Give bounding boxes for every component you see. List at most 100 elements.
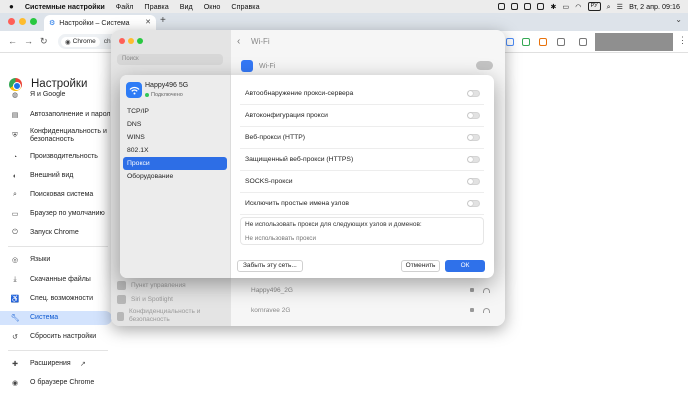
network-name: Happy496 5G [145, 82, 189, 89]
bypass-hosts-input[interactable] [245, 233, 475, 243]
sidebar-item-reset[interactable]: ↺ Сбросить настройки [0, 330, 118, 344]
bluetooth-icon[interactable]: ✱ [550, 2, 556, 11]
cancel-button[interactable]: Отменить [401, 260, 440, 272]
menu-window[interactable]: Окно [204, 2, 221, 11]
sidebar-item-search-engine[interactable]: ⌕ Поисковая система [0, 188, 118, 202]
socks-proxy-toggle[interactable] [467, 178, 480, 185]
sidebar-item-accessibility[interactable]: ♿ Спец. возможности [0, 292, 118, 306]
forward-arrow-icon[interactable]: → [24, 36, 33, 46]
network-name: Happy496_2G [251, 286, 293, 294]
sidebar-divider [8, 350, 108, 351]
tab-search-chevron-icon[interactable]: ⌄ [675, 15, 682, 24]
sys-sidebar-item-control-center[interactable]: Пункт управления [117, 281, 186, 290]
menu-help[interactable]: Справка [231, 2, 259, 11]
network-row[interactable]: Happy496_2G [251, 283, 496, 297]
extensions-puzzle-icon[interactable] [557, 38, 565, 46]
extension-icon-1[interactable] [506, 38, 514, 46]
sys-sidebar-label: Конфиденциальность и безопасность [128, 308, 201, 323]
window-minimize-button[interactable] [19, 18, 26, 25]
menu-app-name[interactable]: Системные настройки [25, 2, 105, 11]
sidebar-item-you-and-google[interactable]: ◍ Я и Google [0, 88, 118, 102]
sidebar-item-label: О браузере Chrome [30, 379, 95, 386]
window-zoom-button[interactable] [30, 18, 37, 25]
sidebar-item-autofill[interactable]: ▤ Автозаполнение и пароли [0, 108, 118, 122]
sidebar-item-extensions[interactable]: ✚ Расширения ↗ [0, 357, 118, 371]
sys-sidebar-item-siri[interactable]: Siri и Spotlight [117, 295, 173, 304]
forget-network-button[interactable]: Забыть эту сеть... [237, 260, 303, 272]
sidebar-item-label: Расширения [30, 360, 71, 367]
system-settings-title: Wi-Fi [251, 37, 270, 46]
metamask-fox-icon[interactable] [539, 38, 547, 46]
sidebar-divider [8, 246, 108, 247]
network-details-dialog: Happy496 5G Подключено TCP/IP DNS WINS 8… [120, 75, 494, 278]
lock-icon [470, 308, 474, 312]
sidebar-item-privacy[interactable]: ⛨ Конфиденциальность и безопасность [0, 126, 118, 146]
sidebar-item-appearance[interactable]: ◐ Внешний вид [0, 169, 118, 183]
auto-proxy-config-toggle[interactable] [467, 112, 480, 119]
http-proxy-toggle[interactable] [467, 134, 480, 141]
network-row[interactable]: kornravee 2G [251, 303, 496, 317]
more-menu-icon[interactable]: ⋮ [678, 35, 687, 46]
sidebar-item-system[interactable]: 🔧︎ Система [0, 311, 112, 325]
globe-icon: ◎ [11, 257, 19, 264]
tab-tcpip[interactable]: TCP/IP [123, 105, 227, 118]
proxy-bypass-box: Не использовать прокси для следующих узл… [240, 217, 484, 245]
extension-icon-2[interactable] [522, 38, 530, 46]
sidebar-item-performance[interactable]: ◔ Производительность [0, 150, 118, 164]
tab-8021x[interactable]: 802.1X [123, 144, 227, 157]
tab-proxies[interactable]: Прокси [123, 157, 227, 170]
status-icon-4[interactable] [537, 3, 545, 10]
tab-hardware[interactable]: Оборудование [123, 170, 227, 183]
menu-view[interactable]: Вид [180, 2, 193, 11]
wifi-master-row: Wi-Fi [241, 58, 493, 74]
syswin-minimize-button[interactable] [128, 38, 134, 44]
side-panel-icon[interactable] [579, 38, 587, 46]
wifi-toggle[interactable] [476, 61, 493, 70]
sidebar-item-default-browser[interactable]: ▭ Браузер по умолчанию [0, 207, 118, 221]
status-icon-2[interactable] [511, 3, 519, 10]
exclude-simple-hostnames-toggle[interactable] [467, 200, 480, 207]
tab-wins[interactable]: WINS [123, 131, 227, 144]
wifi-label: Wi-Fi [259, 62, 276, 70]
wifi-signal-icon [483, 307, 490, 313]
menu-file[interactable]: Файл [116, 2, 134, 11]
new-tab-button[interactable]: + [160, 15, 166, 26]
settings-gear-icon: ⚙ [49, 20, 56, 27]
apple-menu-icon[interactable]: ● [9, 2, 14, 11]
browser-tab[interactable]: ⚙ Настройки – Система ✕ [44, 15, 156, 31]
battery-icon[interactable]: ▭ [562, 2, 569, 11]
sidebar-item-label: Языки [30, 256, 51, 263]
menubar-clock[interactable]: Вт, 2 апр. 09:16 [629, 2, 680, 11]
syswin-zoom-button[interactable] [137, 38, 143, 44]
autofill-icon: ▤ [11, 112, 19, 119]
sidebar-item-on-startup[interactable]: ⏻ Запуск Chrome [0, 226, 118, 240]
system-settings-search-input[interactable]: Поиск [117, 54, 223, 65]
reset-icon: ↺ [12, 334, 18, 341]
download-icon: ⤓ [13, 276, 17, 283]
back-chevron-icon[interactable]: ‹ [237, 36, 240, 47]
keyboard-layout-indicator[interactable]: РУ [587, 2, 601, 11]
tab-dns[interactable]: DNS [123, 118, 227, 131]
sidebar-item-languages[interactable]: ◎ Языки [0, 253, 118, 267]
sidebar-item-label: Браузер по умолчанию [30, 210, 105, 217]
syswin-close-button[interactable] [119, 38, 125, 44]
profile-area-redacted[interactable] [595, 33, 673, 51]
sidebar-item-about-chrome[interactable]: ◉ О браузере Chrome [0, 376, 118, 390]
address-bar[interactable]: ◉ Chrome ch [58, 34, 118, 49]
reload-icon[interactable]: ↻ [40, 36, 48, 47]
https-proxy-toggle[interactable] [467, 156, 480, 163]
auto-proxy-discovery-toggle[interactable] [467, 90, 480, 97]
site-chip[interactable]: ◉ Chrome [61, 36, 100, 47]
back-arrow-icon[interactable]: ← [8, 36, 17, 46]
menu-edit[interactable]: Правка [144, 2, 168, 11]
sidebar-item-downloads[interactable]: ⤓ Скачанные файлы [0, 273, 118, 287]
control-center-icon[interactable]: ☰ [617, 2, 623, 11]
status-icon-3[interactable] [524, 3, 532, 10]
sys-sidebar-item-privacy[interactable]: Конфиденциальность и безопасность [117, 308, 217, 324]
tab-close-icon[interactable]: ✕ [145, 18, 151, 26]
status-icon-1[interactable] [498, 3, 506, 10]
window-close-button[interactable] [8, 18, 15, 25]
spotlight-icon[interactable]: ⌕ [607, 2, 611, 12]
ok-button[interactable]: ОК [445, 260, 485, 272]
wifi-status-icon[interactable]: ◠ [575, 2, 581, 11]
